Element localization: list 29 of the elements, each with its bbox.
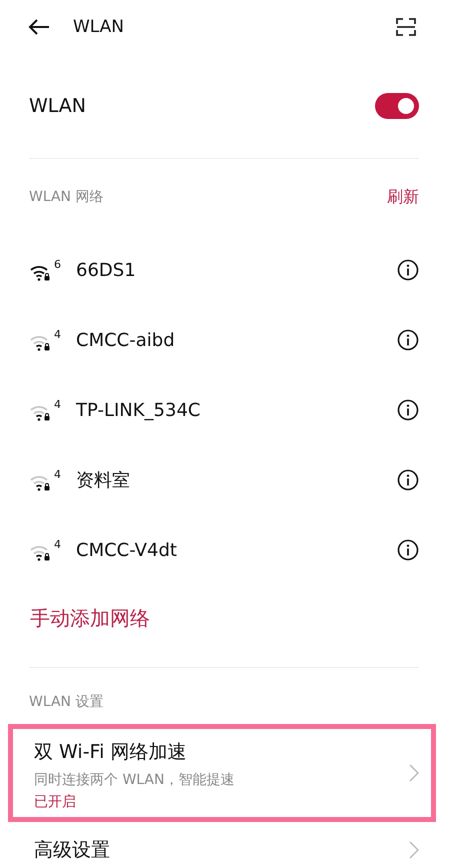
wifi-generation: 4 [54, 398, 62, 410]
scan-icon[interactable] [396, 18, 416, 36]
setting-title[interactable]: 双 Wi-Fi 网络加速 [34, 735, 234, 769]
network-name[interactable]: CMCC-aibd [76, 330, 397, 350]
wlan-toggle[interactable] [375, 93, 419, 119]
setting-description: 同时连接两个 WLAN，智能提速 [34, 771, 234, 789]
wifi-generation: 4 [54, 328, 62, 340]
info-icon[interactable] [397, 259, 419, 281]
setting-title[interactable]: 高级设置 [34, 833, 110, 864]
wifi-generation: 4 [54, 538, 62, 550]
wifi-generation: 6 [54, 258, 62, 270]
section-title: WLAN 设置 [29, 693, 104, 711]
network-name[interactable]: TP-LINK_534C [76, 400, 397, 420]
wifi-generation: 4 [54, 468, 62, 480]
refresh-link[interactable]: 刷新 [387, 186, 419, 208]
page-title: WLAN [73, 17, 126, 37]
setting-status: 已开启 [34, 793, 77, 811]
info-icon[interactable] [397, 329, 419, 351]
network-name[interactable]: 资料室 [76, 468, 397, 492]
back-icon[interactable] [27, 18, 51, 36]
info-icon[interactable] [397, 539, 419, 561]
wlan-label: WLAN [29, 95, 86, 117]
add-network-link[interactable]: 手动添加网络 [0, 585, 150, 651]
settings-row[interactable]: 高级设置 [8, 822, 436, 864]
network-name[interactable]: 66DS1 [76, 260, 397, 280]
info-icon[interactable] [397, 469, 419, 491]
info-icon[interactable] [397, 399, 419, 421]
network-name[interactable]: CMCC-V4dt [76, 540, 397, 560]
section-title: WLAN 网络 [29, 188, 104, 206]
